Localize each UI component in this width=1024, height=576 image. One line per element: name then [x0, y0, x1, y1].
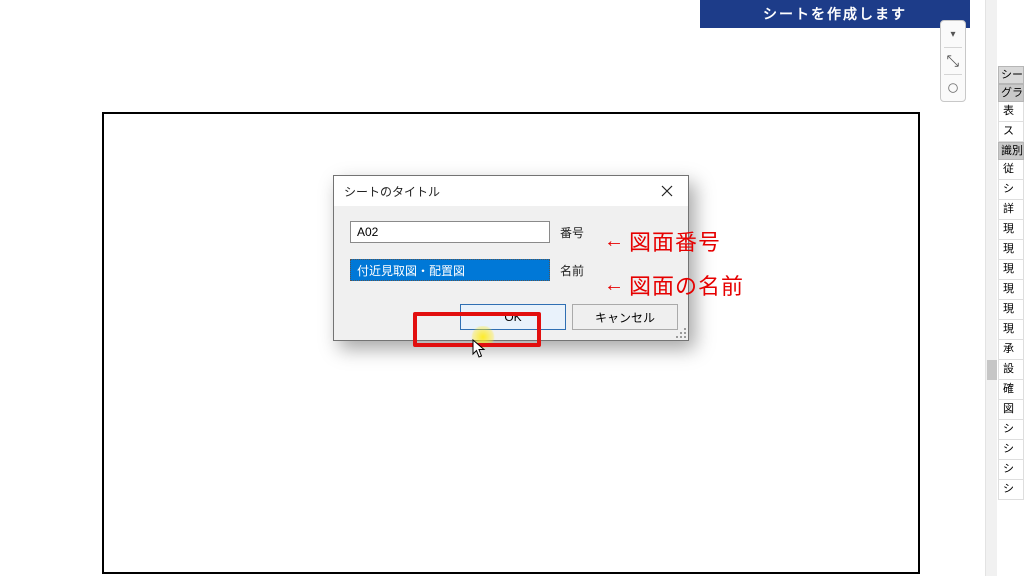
- instruction-banner: シートを作成します: [700, 0, 970, 28]
- view-controls-toolbar: ▾: [940, 20, 966, 102]
- sheet-title-dialog: シートのタイトル 番号 名前 OK キャンセル: [333, 175, 689, 341]
- properties-row[interactable]: 確: [998, 380, 1024, 400]
- properties-row[interactable]: シ: [998, 180, 1024, 200]
- properties-row[interactable]: 現: [998, 220, 1024, 240]
- view-zoom-minus-icon[interactable]: ▾: [941, 23, 965, 45]
- properties-row[interactable]: シ: [998, 460, 1024, 480]
- properties-row[interactable]: 現: [998, 320, 1024, 340]
- properties-panel: シー グラ 表 ス 識別 従 シ 詳 現 現 現 現 現 現 承 設 確 図 シ…: [998, 66, 1024, 500]
- annotation-number: ← 図面番号: [604, 225, 721, 257]
- ok-button[interactable]: OK: [460, 304, 566, 330]
- arrow-left-icon: ←: [604, 230, 625, 253]
- properties-header-sheet[interactable]: シー: [998, 66, 1024, 84]
- view-circle-icon[interactable]: [941, 77, 965, 99]
- annotation-name-text: 図面の名前: [629, 269, 744, 301]
- properties-row[interactable]: 現: [998, 240, 1024, 260]
- cancel-button[interactable]: キャンセル: [572, 304, 678, 330]
- sheet-name-input[interactable]: [350, 259, 550, 281]
- properties-row[interactable]: シ: [998, 480, 1024, 500]
- properties-row[interactable]: 承: [998, 340, 1024, 360]
- properties-row[interactable]: 表: [998, 102, 1024, 122]
- properties-row[interactable]: シ: [998, 420, 1024, 440]
- properties-row[interactable]: シ: [998, 440, 1024, 460]
- properties-row[interactable]: ス: [998, 122, 1024, 142]
- annotation-name: ← 図面の名前: [604, 269, 744, 301]
- properties-row[interactable]: 現: [998, 260, 1024, 280]
- number-label: 番号: [560, 224, 584, 241]
- annotation-number-text: 図面番号: [629, 225, 721, 257]
- properties-row[interactable]: 従: [998, 160, 1024, 180]
- properties-header-id[interactable]: 識別: [998, 142, 1024, 160]
- properties-row[interactable]: 現: [998, 280, 1024, 300]
- dialog-titlebar[interactable]: シートのタイトル: [334, 176, 688, 206]
- arrow-left-icon: ←: [604, 274, 625, 297]
- properties-row[interactable]: 現: [998, 300, 1024, 320]
- properties-row[interactable]: 設: [998, 360, 1024, 380]
- sheet-number-input[interactable]: [350, 221, 550, 243]
- close-icon[interactable]: [646, 176, 688, 206]
- properties-row[interactable]: 図: [998, 400, 1024, 420]
- vertical-scrollbar[interactable]: [985, 0, 997, 576]
- properties-header-graphics[interactable]: グラ: [998, 84, 1024, 102]
- resize-grip-icon[interactable]: [674, 326, 686, 338]
- properties-row[interactable]: 詳: [998, 200, 1024, 220]
- view-fit-icon[interactable]: [941, 50, 965, 72]
- dialog-title: シートのタイトル: [344, 183, 440, 200]
- scrollbar-thumb[interactable]: [987, 360, 997, 380]
- name-label: 名前: [560, 262, 584, 279]
